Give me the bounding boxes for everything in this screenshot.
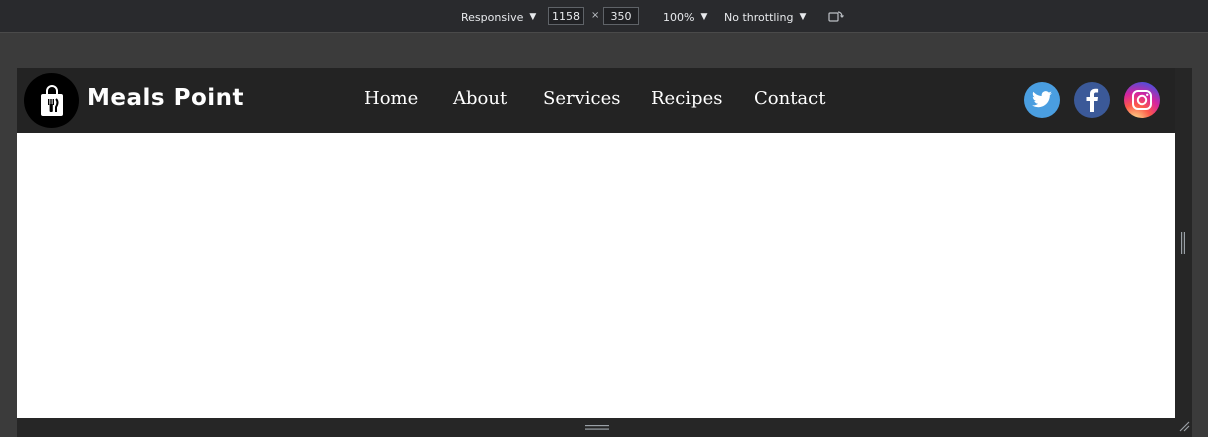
resize-handle-bottom[interactable]	[585, 424, 609, 432]
throttling-select[interactable]: No throttling ▼	[724, 8, 806, 26]
nav-contact[interactable]: Contact	[754, 88, 825, 109]
zoom-select[interactable]: 100% ▼	[663, 8, 707, 26]
nav-about[interactable]: About	[453, 88, 507, 109]
dimension-separator: ×	[591, 10, 600, 21]
facebook-icon[interactable]	[1074, 82, 1110, 118]
logo[interactable]	[24, 73, 79, 128]
width-input[interactable]: 1158	[548, 7, 584, 25]
resize-handle-corner[interactable]	[1178, 420, 1190, 432]
zoom-label: 100%	[663, 10, 695, 24]
chevron-down-icon: ▼	[529, 12, 537, 22]
twitter-icon[interactable]	[1024, 82, 1060, 118]
nav-recipes[interactable]: Recipes	[651, 88, 722, 109]
site-header: Meals Point Home About Services Recipes …	[17, 68, 1175, 133]
brand-name[interactable]: Meals Point	[87, 85, 244, 111]
device-select[interactable]: Responsive ▼	[461, 8, 536, 26]
device-toolbar: Responsive ▼ 1158 × 350 100% ▼ No thrott…	[0, 0, 1208, 33]
device-viewport: Meals Point Home About Services Recipes …	[17, 68, 1175, 418]
chevron-down-icon: ▼	[700, 12, 708, 22]
nav-home[interactable]: Home	[364, 88, 418, 109]
shopping-bag-icon	[40, 84, 63, 116]
instagram-icon[interactable]	[1124, 82, 1160, 118]
nav-services[interactable]: Services	[543, 88, 620, 109]
device-label: Responsive	[461, 10, 524, 24]
rotate-icon[interactable]	[828, 10, 844, 22]
height-input[interactable]: 350	[603, 7, 639, 25]
chevron-down-icon: ▼	[799, 12, 807, 22]
resize-handle-right[interactable]	[1180, 232, 1186, 254]
throttling-label: No throttling	[724, 10, 794, 24]
